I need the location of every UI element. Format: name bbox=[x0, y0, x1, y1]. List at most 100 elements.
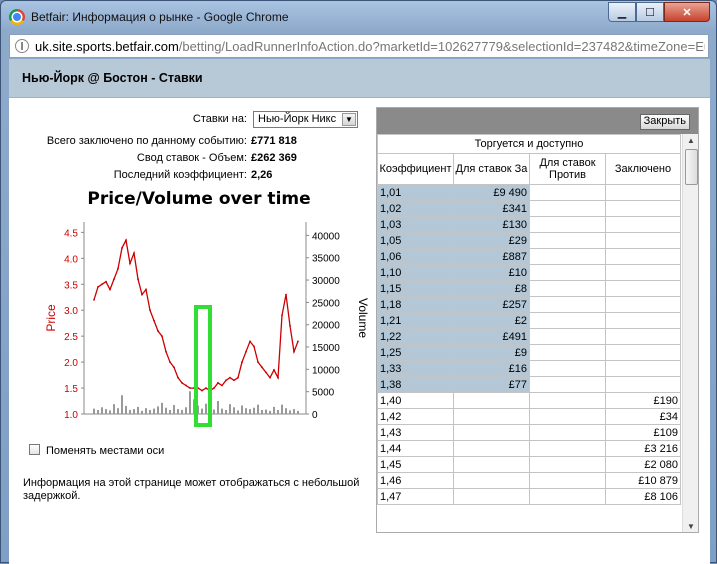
price-point bbox=[161, 335, 163, 338]
window-controls: ▁ ☐ ✕ bbox=[608, 2, 710, 22]
odds-row[interactable]: 1,45 £2 080 bbox=[377, 456, 681, 473]
volume-bar bbox=[221, 408, 223, 414]
scroll-down-icon[interactable]: ▼ bbox=[683, 520, 698, 532]
selection-dropdown[interactable]: Нью-Йорк Никс ▼ bbox=[253, 111, 358, 128]
price-point bbox=[273, 368, 275, 371]
odds-row[interactable]: 1,02 £341 bbox=[377, 200, 681, 217]
volume-tick-label: 5000 bbox=[312, 388, 335, 399]
volume-bar bbox=[149, 409, 151, 414]
volume-bar bbox=[113, 404, 115, 414]
scroll-up-icon[interactable]: ▲ bbox=[683, 134, 698, 148]
selection-value: Нью-Йорк Никс bbox=[258, 113, 337, 125]
odds-row[interactable]: 1,46 £10 879 bbox=[377, 472, 681, 489]
back-cell bbox=[453, 472, 530, 489]
minimize-button[interactable]: ▁ bbox=[608, 2, 636, 22]
odds-row[interactable]: 1,42 £34 bbox=[377, 408, 681, 425]
odds-row[interactable]: 1,22 £491 bbox=[377, 328, 681, 345]
price-point bbox=[165, 350, 167, 353]
odds-cell: 1,33 bbox=[377, 360, 454, 377]
price-point bbox=[293, 350, 295, 353]
odds-row[interactable]: 1,33 £16 bbox=[377, 360, 681, 377]
volume-bar bbox=[201, 408, 203, 414]
last-odds-value: 2,26 bbox=[251, 169, 273, 181]
price-point bbox=[269, 376, 271, 379]
odds-row[interactable]: 1,47 £8 106 bbox=[377, 488, 681, 505]
lay-cell bbox=[529, 312, 606, 329]
volume-bar bbox=[165, 407, 167, 414]
odds-panel-header: Закрыть bbox=[377, 108, 698, 134]
price-point bbox=[285, 293, 287, 296]
price-point bbox=[121, 247, 123, 249]
odds-row[interactable]: 1,43 £109 bbox=[377, 424, 681, 441]
matched-cell bbox=[605, 216, 681, 233]
url-path: /betting/LoadRunnerInfoAction.do?marketI… bbox=[178, 39, 705, 54]
lay-cell bbox=[529, 376, 606, 393]
odds-row[interactable]: 1,10 £10 bbox=[377, 264, 681, 281]
lay-cell bbox=[529, 360, 606, 377]
total-label: Всего заключено по данному событию: bbox=[46, 135, 247, 147]
back-cell: £9 490 bbox=[453, 184, 530, 201]
volume-bar bbox=[97, 409, 99, 414]
volume-bar bbox=[137, 406, 139, 414]
odds-row[interactable]: 1,40 £190 bbox=[377, 392, 681, 409]
price-volume-chart: Price/Volume over time 4.5 4.0 3.5 3.0 2.5 2.0… bbox=[19, 189, 379, 439]
price-point bbox=[189, 387, 191, 389]
price-tick-label: 2.0 bbox=[64, 358, 78, 369]
odds-cell: 1,38 bbox=[377, 376, 454, 393]
column-header-matched: Заключено bbox=[605, 153, 681, 185]
matched-cell bbox=[605, 296, 681, 313]
odds-row[interactable]: 1,38 £77 bbox=[377, 376, 681, 393]
price-point bbox=[157, 330, 159, 332]
odds-row[interactable]: 1,15 £8 bbox=[377, 280, 681, 297]
odds-cell: 1,01 bbox=[377, 184, 454, 201]
volume-bar bbox=[217, 401, 219, 414]
volume-bar bbox=[205, 403, 207, 414]
price-point bbox=[241, 361, 243, 364]
odds-row[interactable]: 1,21 £2 bbox=[377, 312, 681, 329]
matched-cell: £3 216 bbox=[605, 440, 681, 457]
close-window-button[interactable]: ✕ bbox=[664, 2, 710, 22]
price-point bbox=[117, 267, 119, 270]
lay-cell bbox=[529, 200, 606, 217]
maximize-button[interactable]: ☐ bbox=[636, 2, 664, 22]
odds-row[interactable]: 1,05 £29 bbox=[377, 232, 681, 249]
price-point bbox=[213, 387, 215, 389]
title-bar[interactable]: Betfair: Информация о рынке - Google Chr… bbox=[1, 1, 716, 33]
url-text[interactable]: uk.site.sports.betfair.com/betting/LoadR… bbox=[35, 39, 705, 54]
back-cell bbox=[453, 488, 530, 505]
address-bar[interactable]: uk.site.sports.betfair.com/betting/LoadR… bbox=[9, 34, 709, 58]
back-cell: £341 bbox=[453, 200, 530, 217]
back-cell bbox=[453, 408, 530, 425]
volume-bar bbox=[141, 410, 143, 414]
chevron-down-icon[interactable]: ▼ bbox=[342, 113, 356, 126]
price-point bbox=[181, 381, 183, 384]
matched-cell: £10 879 bbox=[605, 472, 681, 489]
odds-row[interactable]: 1,06 £887 bbox=[377, 248, 681, 265]
url-host: uk.site.sports.betfair.com bbox=[35, 39, 179, 54]
lay-cell bbox=[529, 456, 606, 473]
volume-bar bbox=[109, 410, 111, 414]
odds-row[interactable]: 1,25 £9 bbox=[377, 344, 681, 361]
price-point bbox=[277, 376, 279, 379]
volume-bar bbox=[157, 406, 159, 414]
price-tick-label: 4.0 bbox=[64, 254, 78, 265]
close-panel-button[interactable]: Закрыть bbox=[639, 114, 690, 130]
odds-row[interactable]: 1,18 £257 bbox=[377, 296, 681, 313]
volume-bar bbox=[253, 407, 255, 414]
odds-cell: 1,18 bbox=[377, 296, 454, 313]
price-point bbox=[93, 298, 95, 301]
odds-scrollbar[interactable]: ▲ ▼ bbox=[682, 134, 698, 532]
price-point bbox=[201, 389, 203, 392]
odds-row[interactable]: 1,03 £130 bbox=[377, 216, 681, 233]
back-cell: £2 bbox=[453, 312, 530, 329]
odds-row[interactable]: 1,01 £9 490 bbox=[377, 184, 681, 201]
column-header-odds: Коэффициент bbox=[377, 153, 454, 185]
odds-row[interactable]: 1,44 £3 216 bbox=[377, 440, 681, 457]
volume-bar bbox=[181, 409, 183, 414]
page-info-icon[interactable] bbox=[15, 39, 29, 53]
volume-axis-label: Volume bbox=[356, 298, 370, 338]
price-tick-label: 2.5 bbox=[64, 332, 78, 343]
scroll-thumb[interactable] bbox=[685, 149, 698, 185]
back-cell bbox=[453, 440, 530, 457]
swap-axes-checkbox[interactable] bbox=[29, 444, 40, 455]
